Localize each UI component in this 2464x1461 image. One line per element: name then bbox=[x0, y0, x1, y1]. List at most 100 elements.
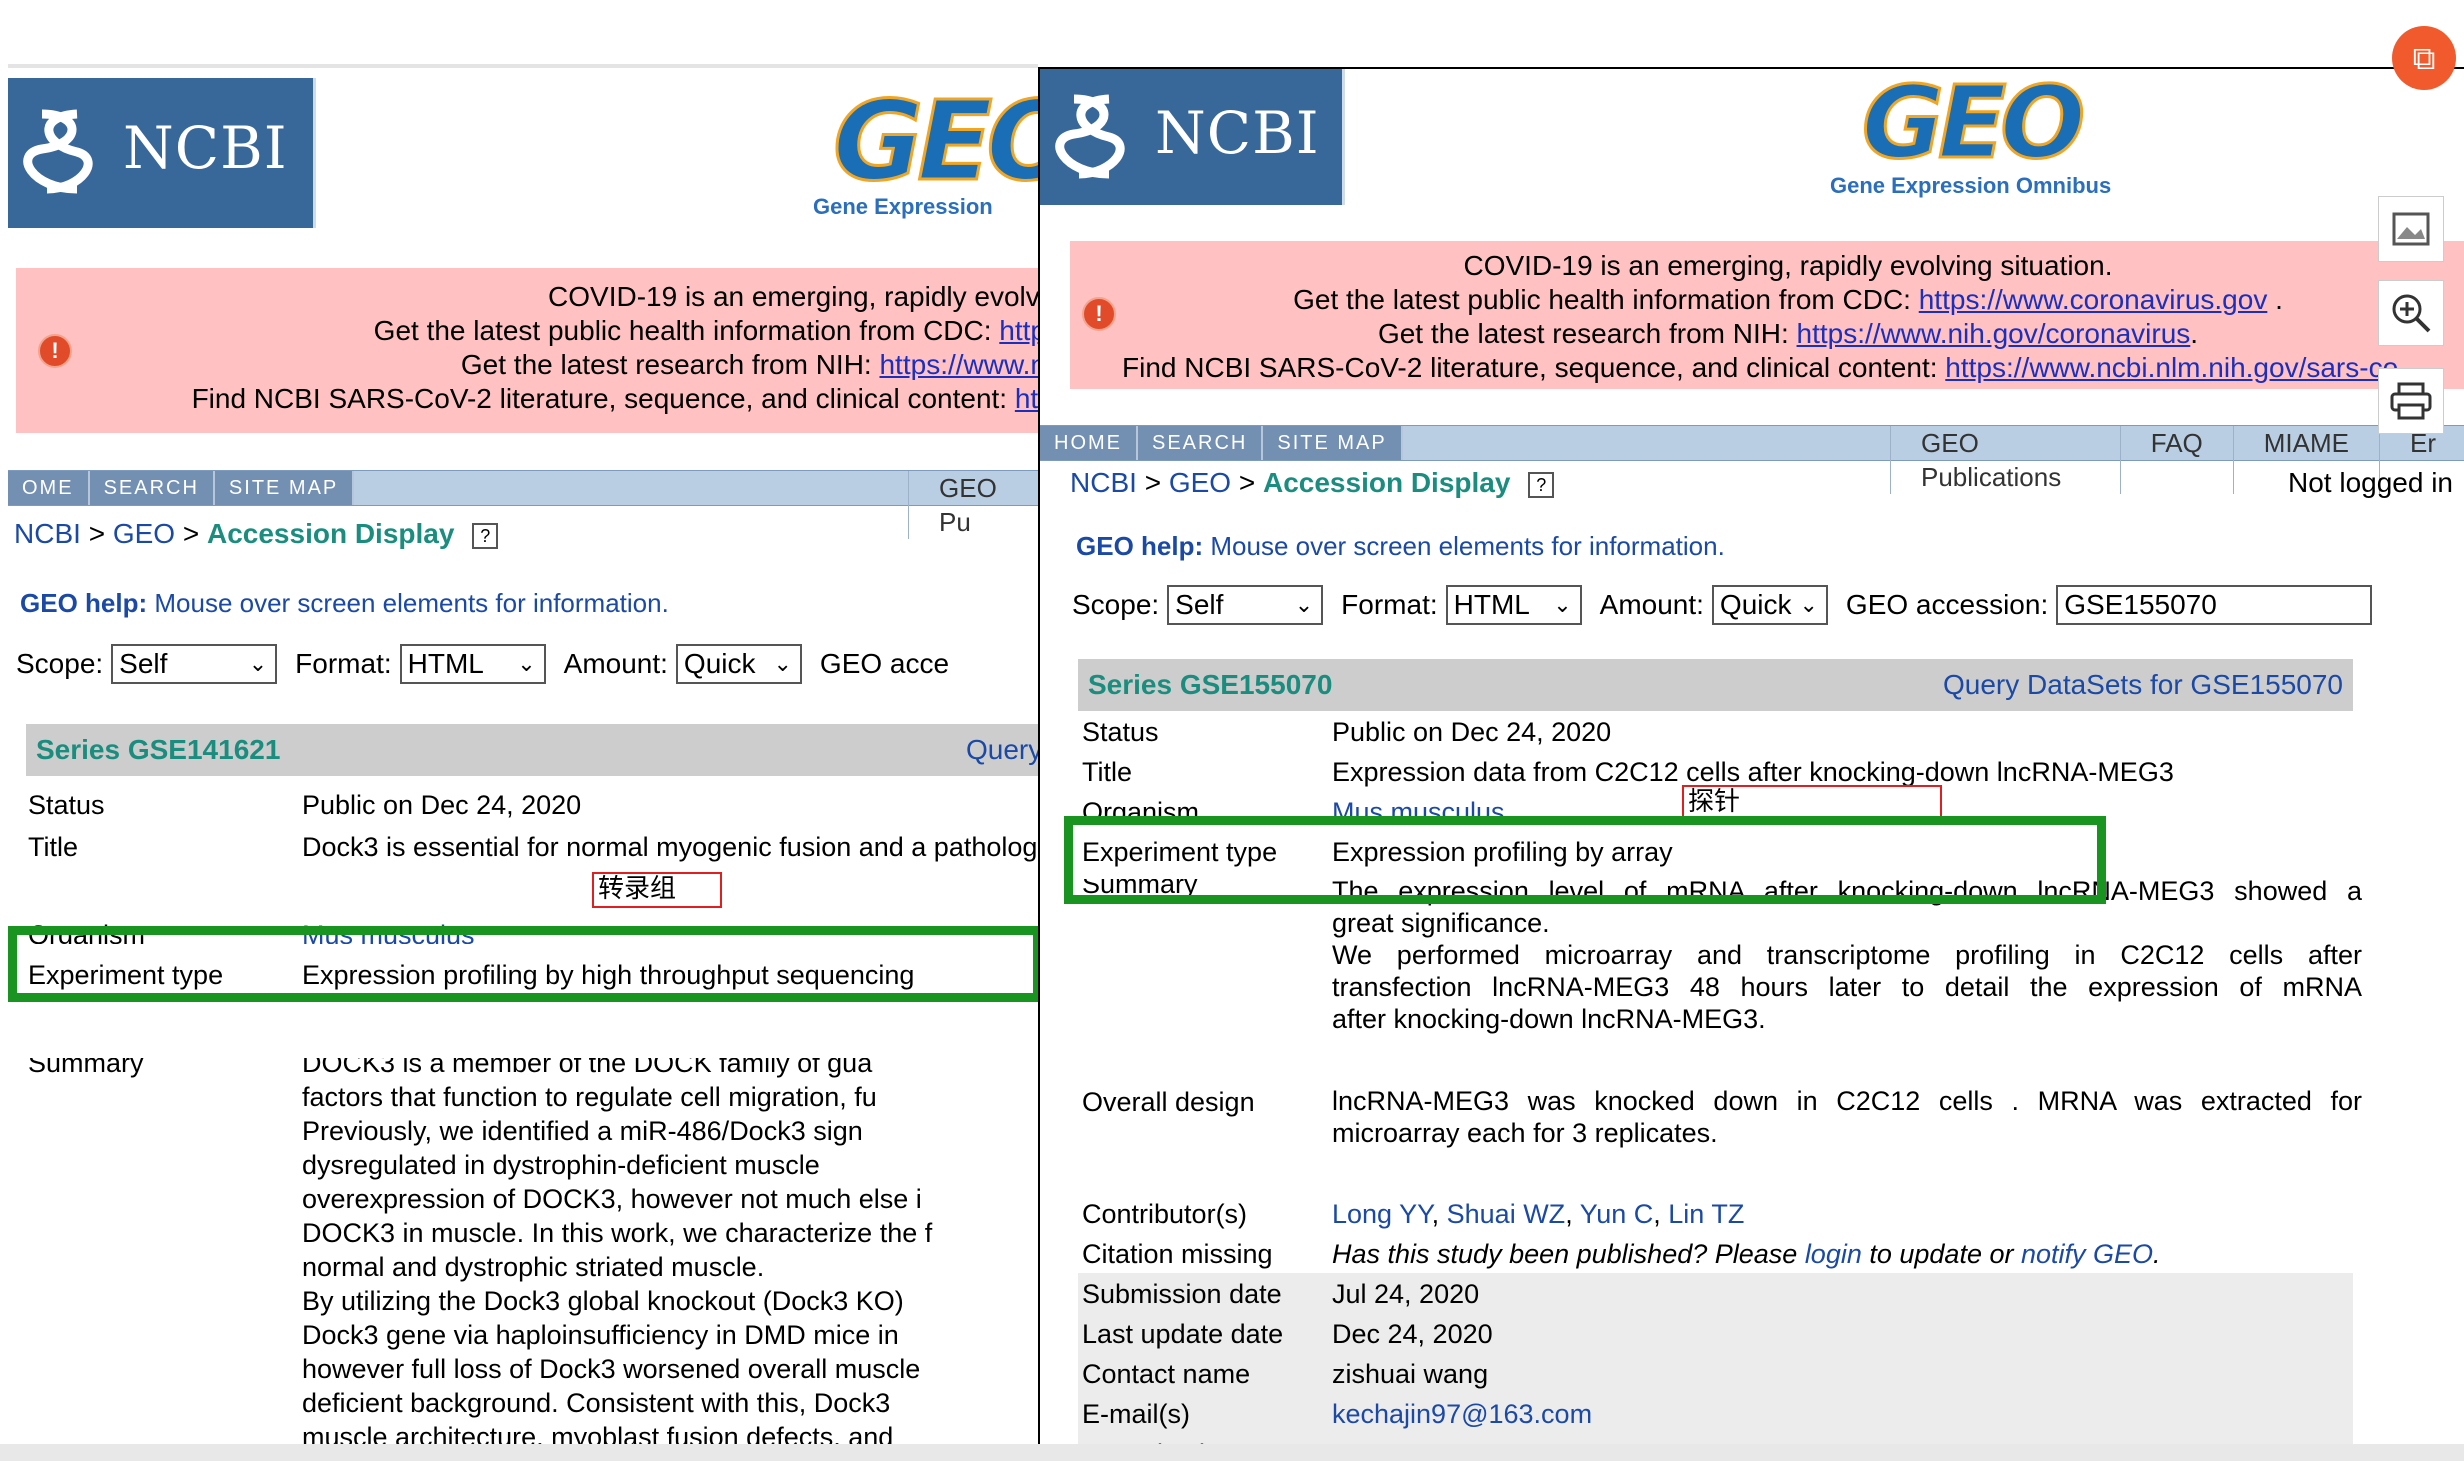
chevron-down-icon: ⌄ bbox=[773, 651, 792, 676]
geo-logo-text: GEO bbox=[832, 77, 1038, 205]
text-line: We performed microarray and transcriptom… bbox=[1332, 940, 2362, 970]
annotation-probe: 探针 bbox=[1682, 785, 1942, 819]
nav-search[interactable]: SEARCH bbox=[90, 471, 215, 505]
email-link[interactable]: kechajin97@163.com bbox=[1332, 1397, 1592, 1431]
covid-line-1: COVID-19 is an emerging, rapidly evolvi bbox=[548, 281, 1038, 312]
amount-select[interactable]: Quick ⌄ bbox=[1711, 585, 1828, 625]
covid-line-4: Find NCBI SARS-CoV-2 literature, sequenc… bbox=[192, 382, 1038, 416]
geo-logo-text: GEO bbox=[1860, 67, 2086, 181]
text-line: transfection lncRNA-MEG3 48 hours later … bbox=[1332, 972, 2362, 1002]
text-line: deficient background. Consistent with th… bbox=[302, 1388, 891, 1418]
right-header: NCBI GEO Gene Expression Omnibus bbox=[1040, 69, 2464, 219]
scope-select[interactable]: Self ⌄ bbox=[1167, 585, 1324, 625]
covid-line-1: COVID-19 is an emerging, rapidly evolvin… bbox=[1463, 250, 2113, 281]
text-line: lncRNA-MEG3 was knocked down in C2C12 ce… bbox=[1332, 1086, 2362, 1116]
format-label: Format: bbox=[295, 648, 392, 679]
nav-site-map[interactable]: SITE MAP bbox=[215, 471, 355, 505]
geo-help: GEO help: Mouse over screen elements for… bbox=[20, 588, 669, 618]
breadcrumb: NCBI > GEO > Accession Display ? bbox=[1070, 467, 1555, 499]
geo-logo-subtitle: Gene Expression Omnibus bbox=[1830, 173, 2112, 198]
page-title: Accession Display bbox=[1262, 467, 1511, 498]
login-link[interactable]: login bbox=[1805, 1239, 1862, 1269]
floating-action-icon[interactable]: ⧉ bbox=[2392, 26, 2456, 90]
format-label: Format: bbox=[1341, 589, 1438, 620]
breadcrumb-geo[interactable]: GEO bbox=[113, 518, 175, 549]
covid-line-2: Get the latest public health information… bbox=[192, 314, 1038, 348]
chevron-down-icon: ⌄ bbox=[1553, 592, 1572, 617]
nih-link[interactable]: https://www.nih.gov/coronavirus bbox=[1797, 318, 2191, 349]
breadcrumb-ncbi[interactable]: NCBI bbox=[1070, 467, 1137, 498]
ncbi-logo-text: NCBI bbox=[1155, 99, 1320, 167]
ncbi-sars-link[interactable]: htt bbox=[1015, 383, 1038, 414]
contributor-link[interactable]: Shuai WZ bbox=[1447, 1199, 1566, 1229]
text-line: however full loss of Dock3 worsened over… bbox=[302, 1354, 921, 1384]
geo-logo[interactable]: GEO Gene Expression Omnibus bbox=[1830, 67, 2112, 199]
text-line: DOCK3 in muscle. In this work, we charac… bbox=[302, 1218, 933, 1248]
image-icon-glyph bbox=[2392, 212, 2430, 246]
cdc-link[interactable]: https://www.coronavirus.gov bbox=[1919, 284, 2268, 315]
nav-home[interactable]: OME bbox=[8, 471, 90, 505]
text-line: great significance. bbox=[1332, 908, 1550, 938]
breadcrumb-ncbi[interactable]: NCBI bbox=[14, 518, 81, 549]
text-line: By utilizing the Dock3 global knockout (… bbox=[302, 1286, 904, 1316]
contributor-link[interactable]: Yun C bbox=[1580, 1199, 1654, 1229]
scope-label: Scope: bbox=[16, 648, 104, 679]
ncbi-logo[interactable]: NCBI bbox=[8, 78, 316, 228]
notify-geo-link[interactable]: notify GEO bbox=[2021, 1239, 2153, 1269]
scope-select[interactable]: Self ⌄ bbox=[111, 644, 278, 684]
nav-buttons: HOME SEARCH SITE MAP bbox=[1040, 426, 1403, 460]
ncbi-sars-link[interactable]: https://www.ncbi.nlm.nih.gov/sars-co bbox=[1945, 352, 2398, 383]
query-datasets-link[interactable]: Query DataSets for GSE155070 bbox=[1943, 669, 2343, 701]
overall-design-text: lncRNA-MEG3 was knocked down in C2C12 ce… bbox=[1332, 1085, 2362, 1149]
summary-text: DOCK3 is a member of the DOCK family of … bbox=[302, 1058, 1038, 1448]
nih-link[interactable]: https://www.n bbox=[879, 349, 1038, 380]
nav-site-map[interactable]: SITE MAP bbox=[1263, 426, 1403, 460]
geo-logo[interactable]: GEO Gene Expression bbox=[813, 77, 1038, 220]
query-datasets-link[interactable]: Query bbox=[966, 734, 1038, 766]
format-select[interactable]: HTML ⌄ bbox=[1445, 585, 1582, 625]
left-geo-page: NCBI GEO Gene Expression ! COVID-19 is a… bbox=[8, 64, 1038, 1448]
text-line: normal and dystrophic striated muscle. bbox=[302, 1252, 765, 1282]
image-icon[interactable] bbox=[2378, 196, 2444, 262]
bottom-strip bbox=[0, 1444, 2464, 1461]
chevron-down-icon: ⌄ bbox=[517, 651, 536, 676]
nav-right-links: GEO Pu bbox=[908, 471, 1038, 539]
covid-banner: ! COVID-19 is an emerging, rapidly evolv… bbox=[1070, 241, 2464, 389]
printer-icon[interactable] bbox=[2378, 368, 2444, 434]
login-status: Not logged in bbox=[2288, 467, 2454, 498]
amount-label: Amount: bbox=[563, 648, 668, 679]
accession-label: GEO acce bbox=[819, 648, 950, 679]
help-icon[interactable]: ? bbox=[1528, 471, 1555, 498]
annotation-transcriptome: 转录组 bbox=[592, 872, 722, 908]
query-controls: Scope: Self ⌄ Format: HTML ⌄ Amount: Quick… bbox=[16, 644, 949, 684]
amount-select[interactable]: Quick ⌄ bbox=[675, 644, 802, 684]
nav-faq[interactable]: FAQ bbox=[2119, 426, 2233, 494]
nav-geo-publications[interactable]: GEO Pu bbox=[908, 471, 1038, 539]
accession-input[interactable]: GSE155070 bbox=[2056, 585, 2373, 625]
nav-bar: HOME SEARCH SITE MAP GEO Publications FA… bbox=[1040, 425, 2464, 494]
zoom-in-icon[interactable] bbox=[2378, 280, 2444, 346]
covid-line-4: Find NCBI SARS-CoV-2 literature, sequenc… bbox=[1122, 352, 2399, 383]
zoom-in-glyph bbox=[2392, 294, 2431, 333]
text-line: Dock3 gene via haploinsufficiency in DMD… bbox=[302, 1320, 899, 1350]
nav-buttons: OME SEARCH SITE MAP bbox=[8, 471, 355, 505]
cdc-link[interactable]: http bbox=[999, 315, 1038, 346]
breadcrumb: NCBI > GEO > Accession Display ? bbox=[14, 518, 499, 550]
ncbi-logo[interactable]: NCBI bbox=[1040, 69, 1345, 205]
contributor-link[interactable]: Lin TZ bbox=[1668, 1199, 1744, 1229]
nav-search[interactable]: SEARCH bbox=[1138, 426, 1264, 460]
contributor-link[interactable]: Long YY bbox=[1332, 1199, 1432, 1229]
text-line: DOCK3 is a member of the DOCK family of … bbox=[302, 1058, 873, 1078]
summary-row: Summary The expression level of mRNA aft… bbox=[1082, 879, 2362, 1119]
covid-line-3: Get the latest research from NIH: https:… bbox=[192, 348, 1038, 382]
help-icon[interactable]: ? bbox=[472, 522, 499, 549]
text-line: microarray each for 3 replicates. bbox=[1332, 1118, 1718, 1148]
nav-home[interactable]: HOME bbox=[1040, 426, 1138, 460]
text-line: after knocking-down lncRNA-MEG3. bbox=[1332, 1004, 1766, 1034]
geo-help: GEO help: Mouse over screen elements for… bbox=[1076, 531, 1725, 561]
nav-geo-publications[interactable]: GEO Publications bbox=[1890, 426, 2120, 494]
breadcrumb-geo[interactable]: GEO bbox=[1169, 467, 1231, 498]
covid-banner: ! COVID-19 is an emerging, rapidly evolv… bbox=[16, 268, 1038, 433]
series-header: Series GSE155070 Query DataSets for GSE1… bbox=[1078, 659, 2353, 711]
format-select[interactable]: HTML ⌄ bbox=[399, 644, 546, 684]
